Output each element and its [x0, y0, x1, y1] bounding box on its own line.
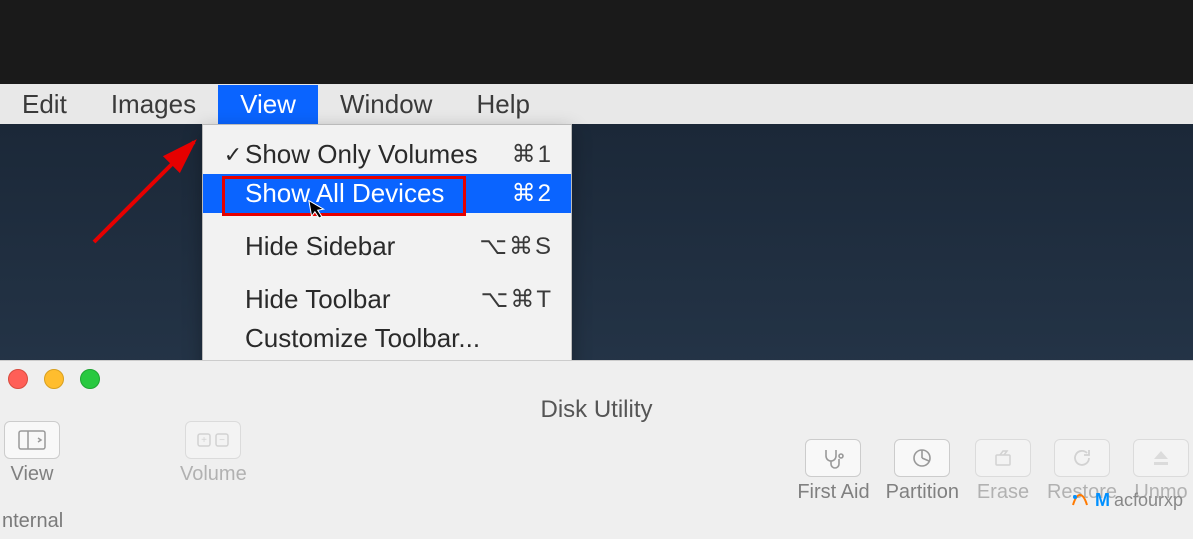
window-traffic-lights [8, 369, 100, 389]
pie-icon [894, 439, 950, 477]
stethoscope-icon [805, 439, 861, 477]
svg-text:+: + [201, 435, 207, 446]
toolbar-partition-button[interactable]: Partition [886, 439, 959, 504]
watermark-logo-icon [1069, 489, 1091, 511]
menu-edit[interactable]: Edit [0, 85, 89, 124]
disk-utility-window: Disk Utility View +− Volume First Aid P [0, 360, 1193, 539]
svg-text:−: − [219, 435, 225, 446]
menu-item-hide-sidebar[interactable]: Hide Sidebar ⌥⌘S [203, 227, 571, 266]
minimize-window-button[interactable] [44, 369, 64, 389]
erase-icon [975, 439, 1031, 477]
toolbar-erase-button[interactable]: Erase [975, 439, 1031, 504]
menu-window[interactable]: Window [318, 85, 454, 124]
menu-item-label: Hide Sidebar [245, 231, 479, 262]
screen-black-bar [0, 0, 1193, 84]
desktop-background [0, 124, 1193, 374]
menu-item-label: Customize Toolbar... [245, 323, 553, 354]
sidebar-icon [4, 421, 60, 459]
toolbar-label: Partition [886, 481, 959, 504]
checkmark-icon: ✓ [221, 142, 245, 168]
menu-item-shortcut: ⌥⌘S [479, 232, 553, 261]
toolbar-label: First Aid [797, 481, 869, 504]
toolbar-volume-button[interactable]: +− Volume [180, 421, 247, 486]
watermark-text: acfourxp [1114, 490, 1183, 511]
menu-item-customize-toolbar[interactable]: Customize Toolbar... [203, 319, 571, 358]
toolbar-label: Erase [977, 481, 1029, 504]
watermark: Macfourxp [1069, 489, 1183, 511]
annotation-arrow [86, 130, 206, 250]
toolbar-view-button[interactable]: View [4, 421, 60, 486]
toolbar-first-aid-button[interactable]: First Aid [797, 439, 869, 504]
menu-item-show-all-devices[interactable]: Show All Devices ⌘2 [203, 174, 571, 213]
eject-icon [1133, 439, 1189, 477]
toolbar-label: Volume [180, 463, 247, 486]
restore-icon [1054, 439, 1110, 477]
menu-item-shortcut: ⌥⌘T [481, 285, 553, 314]
menu-images[interactable]: Images [89, 85, 218, 124]
menu-view[interactable]: View [218, 85, 318, 124]
menu-item-shortcut: ⌘2 [512, 179, 553, 208]
volume-icon: +− [185, 421, 241, 459]
window-title: Disk Utility [0, 396, 1193, 424]
watermark-m: M [1095, 490, 1110, 511]
menu-item-hide-toolbar[interactable]: Hide Toolbar ⌥⌘T [203, 280, 571, 319]
menu-help[interactable]: Help [454, 85, 551, 124]
menu-item-label: Show All Devices [245, 178, 512, 209]
menu-item-show-only-volumes[interactable]: ✓ Show Only Volumes ⌘1 [203, 135, 571, 174]
menubar: Edit Images View Window Help [0, 84, 1193, 124]
close-window-button[interactable] [8, 369, 28, 389]
zoom-window-button[interactable] [80, 369, 100, 389]
toolbar-label: View [11, 463, 54, 486]
menu-item-label: Show Only Volumes [245, 139, 512, 170]
menu-item-shortcut: ⌘1 [512, 140, 553, 169]
menu-item-label: Hide Toolbar [245, 284, 481, 315]
sidebar-section-internal: nternal [2, 510, 63, 533]
